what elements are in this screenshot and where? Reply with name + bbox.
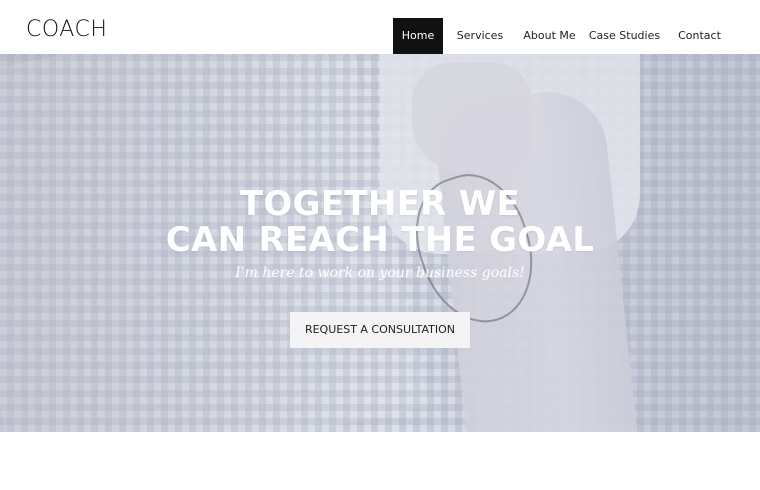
site-logo[interactable]: COACH (26, 17, 107, 42)
nav-item-contact[interactable]: Contact (667, 18, 732, 54)
hero-title-line-1: TOGETHER WE (239, 184, 521, 224)
hero-title-line-2: CAN REACH THE GOAL (165, 220, 595, 260)
nav-item-about-me[interactable]: About Me (517, 18, 582, 54)
hero-subtitle: I'm here to work on your business goals! (235, 265, 525, 281)
nav-item-case-studies[interactable]: Case Studies (582, 18, 667, 54)
site-header: COACH Home Services About Me Case Studie… (0, 0, 760, 54)
request-consultation-button[interactable]: REQUEST A CONSULTATION (290, 312, 470, 348)
nav-item-home[interactable]: Home (393, 18, 443, 54)
main-nav: Home Services About Me Case Studies Cont… (393, 18, 732, 54)
hero-section: TOGETHER WE CAN REACH THE GOAL I'm here … (0, 54, 760, 432)
hero-title: TOGETHER WE CAN REACH THE GOAL (0, 186, 760, 258)
nav-item-services[interactable]: Services (443, 18, 517, 54)
